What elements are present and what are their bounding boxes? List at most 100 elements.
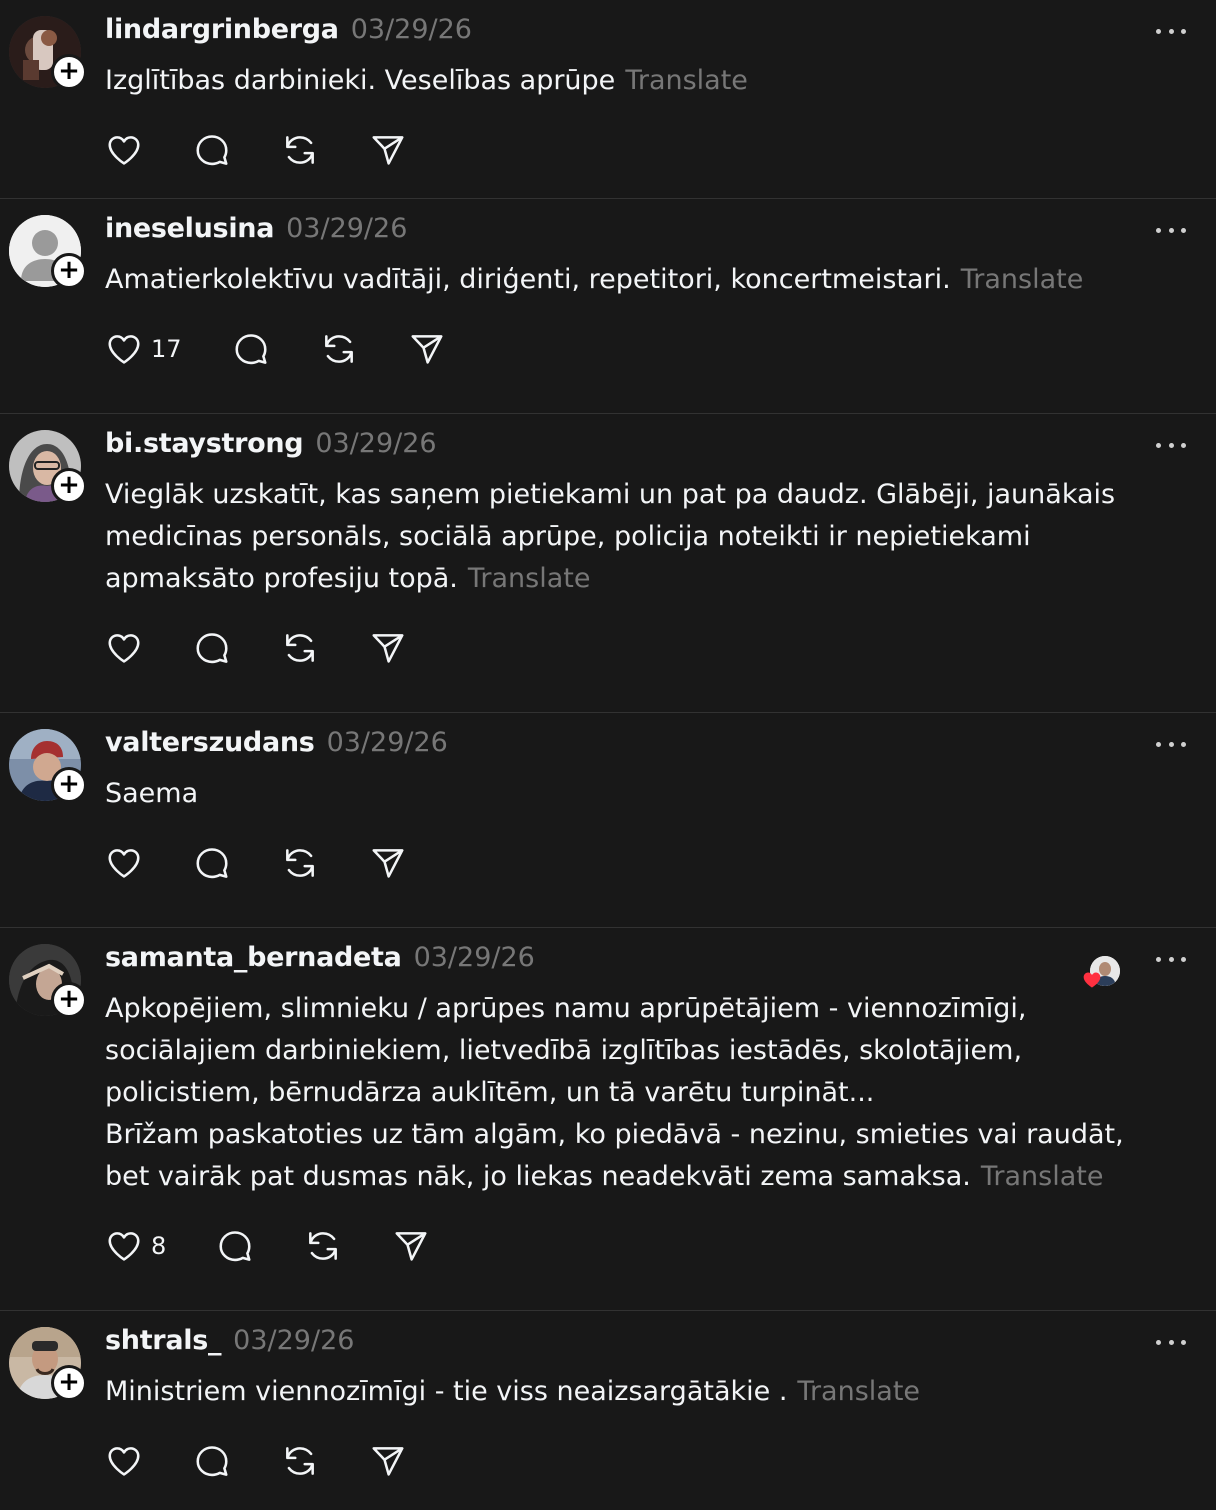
post-actions xyxy=(105,1431,1176,1491)
heart-icon xyxy=(108,1447,140,1476)
more-options-button[interactable] xyxy=(1156,225,1186,235)
like-button[interactable]: 17 xyxy=(105,330,182,368)
username[interactable]: bi.staystrong xyxy=(105,428,304,459)
comment-icon xyxy=(219,1231,251,1262)
repost-button[interactable] xyxy=(281,131,319,169)
post-actions xyxy=(105,120,1176,180)
like-button[interactable] xyxy=(105,1442,143,1480)
reply-button[interactable] xyxy=(193,1442,231,1480)
username[interactable]: shtrals_ xyxy=(105,1325,221,1356)
post-header: bi.staystrong 03/29/26 xyxy=(105,428,1176,464)
repost-button[interactable] xyxy=(281,844,319,882)
post-actions xyxy=(105,833,1176,893)
follow-button[interactable]: + xyxy=(51,767,87,803)
heart-icon xyxy=(108,136,140,165)
plus-icon: + xyxy=(58,470,80,500)
post-body: Vieglāk uzskatīt, kas saņem pietiekami u… xyxy=(105,479,1124,594)
post-text: Ministriem viennozīmīgi - tie viss neaiz… xyxy=(105,1371,1176,1413)
translate-link[interactable]: Translate xyxy=(961,264,1084,295)
more-options-button[interactable] xyxy=(1156,26,1186,36)
share-button[interactable] xyxy=(408,330,446,368)
username[interactable]: samanta_bernadeta xyxy=(105,942,402,973)
send-icon xyxy=(411,335,443,364)
reply-button[interactable] xyxy=(232,330,270,368)
follow-button[interactable]: + xyxy=(51,468,87,504)
more-options-button[interactable] xyxy=(1156,1337,1186,1347)
more-options-button[interactable] xyxy=(1156,739,1186,749)
plus-icon: + xyxy=(58,1367,80,1397)
send-icon xyxy=(395,1232,427,1261)
username[interactable]: ineselusina xyxy=(105,213,274,244)
translate-link[interactable]: Translate xyxy=(625,65,748,96)
post-body: Izglītības darbinieki. Veselības aprūpe xyxy=(105,65,616,96)
avatar-container: + xyxy=(9,729,87,803)
share-button[interactable] xyxy=(369,131,407,169)
send-icon xyxy=(372,634,404,663)
avatar-container: + xyxy=(9,430,87,504)
translate-link[interactable]: Translate xyxy=(981,1161,1104,1192)
post: + shtrals_ 03/29/26 Ministriem viennozīm… xyxy=(0,1311,1216,1510)
post-actions: 17 xyxy=(105,319,1176,379)
post-time[interactable]: 03/29/26 xyxy=(327,727,448,758)
plus-icon: + xyxy=(58,769,80,799)
follow-button[interactable]: + xyxy=(51,1365,87,1401)
more-options-button[interactable] xyxy=(1156,440,1186,450)
post-header: shtrals_ 03/29/26 xyxy=(105,1325,1176,1361)
like-button[interactable] xyxy=(105,131,143,169)
post-body: Saema xyxy=(105,778,199,809)
post-text: Vieglāk uzskatīt, kas saņem pietiekami u… xyxy=(105,474,1176,600)
translate-link[interactable]: Translate xyxy=(797,1376,920,1407)
comment-icon xyxy=(196,1446,228,1477)
share-button[interactable] xyxy=(369,1442,407,1480)
repost-icon xyxy=(286,1447,314,1475)
follow-button[interactable]: + xyxy=(51,253,87,289)
avatar-container: + xyxy=(9,944,87,1018)
reply-button[interactable] xyxy=(216,1227,254,1265)
like-count: 8 xyxy=(151,1232,167,1260)
post-time[interactable]: 03/29/26 xyxy=(286,213,407,244)
post-time[interactable]: 03/29/26 xyxy=(315,428,436,459)
post-header: ineselusina 03/29/26 xyxy=(105,213,1176,249)
liked-by-author-indicator xyxy=(1082,956,1120,988)
post-text: Amatierkolektīvu vadītāji, diriģenti, re… xyxy=(105,259,1176,301)
like-button[interactable] xyxy=(105,844,143,882)
like-button[interactable] xyxy=(105,629,143,667)
follow-button[interactable]: + xyxy=(51,982,87,1018)
more-options-button[interactable] xyxy=(1156,954,1186,964)
reply-button[interactable] xyxy=(193,629,231,667)
post: + valterszudans 03/29/26 Saema xyxy=(0,713,1216,928)
comment-icon xyxy=(235,334,267,365)
post-time[interactable]: 03/29/26 xyxy=(414,942,535,973)
send-icon xyxy=(372,1447,404,1476)
reply-button[interactable] xyxy=(193,844,231,882)
post-text: Izglītības darbinieki. Veselības aprūpe T… xyxy=(105,60,1176,102)
share-button[interactable] xyxy=(369,844,407,882)
share-button[interactable] xyxy=(369,629,407,667)
heart-icon xyxy=(108,1232,140,1261)
reply-button[interactable] xyxy=(193,131,231,169)
username[interactable]: lindargrinberga xyxy=(105,14,339,45)
post-body: Amatierkolektīvu vadītāji, diriģenti, re… xyxy=(105,264,951,295)
repost-button[interactable] xyxy=(281,629,319,667)
repost-button[interactable] xyxy=(304,1227,342,1265)
share-button[interactable] xyxy=(392,1227,430,1265)
repost-icon xyxy=(286,849,314,877)
avatar-container: + xyxy=(9,215,87,289)
post-actions xyxy=(105,618,1176,678)
post: + bi.staystrong 03/29/26 Vieglāk uzskatī… xyxy=(0,414,1216,713)
repost-button[interactable] xyxy=(281,1442,319,1480)
heart-icon xyxy=(108,849,140,878)
thread-feed: + lindargrinberga 03/29/26 Izglītības da… xyxy=(0,0,1216,1510)
repost-icon xyxy=(286,136,314,164)
post-time[interactable]: 03/29/26 xyxy=(351,14,472,45)
like-button[interactable]: 8 xyxy=(105,1227,166,1265)
post-time[interactable]: 03/29/26 xyxy=(233,1325,354,1356)
post: + ineselusina 03/29/26 Amatierkolektīvu … xyxy=(0,199,1216,414)
follow-button[interactable]: + xyxy=(51,54,87,90)
plus-icon: + xyxy=(58,984,80,1014)
post-text: Apkopējiem, slimnieku / aprūpes namu apr… xyxy=(105,988,1176,1198)
translate-link[interactable]: Translate xyxy=(468,563,591,594)
username[interactable]: valterszudans xyxy=(105,727,315,758)
repost-button[interactable] xyxy=(320,330,358,368)
post: + lindargrinberga 03/29/26 Izglītības da… xyxy=(0,0,1216,199)
